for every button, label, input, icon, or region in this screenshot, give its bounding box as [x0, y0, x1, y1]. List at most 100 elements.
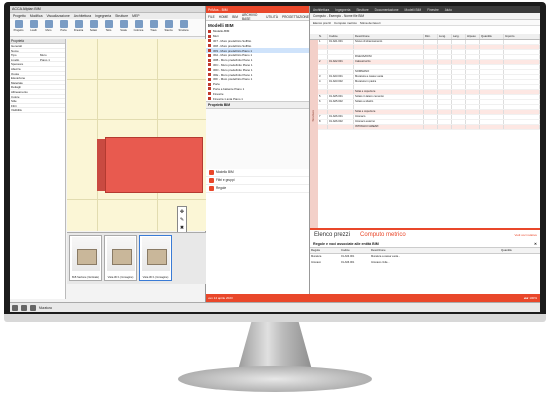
- column-header[interactable]: Importo: [504, 34, 540, 39]
- ribbon-tab[interactable]: MEP: [132, 14, 139, 18]
- property-row[interactable]: Visibilità: [10, 108, 65, 113]
- sheet-cell: [504, 55, 540, 59]
- sheet-row[interactable]: INTONACI GREZZI: [318, 125, 540, 130]
- column-header[interactable]: Descrizione: [354, 34, 424, 39]
- sheet-cell: [318, 70, 328, 74]
- app-icon[interactable]: [30, 304, 36, 311]
- start-icon[interactable]: [12, 304, 18, 311]
- ribbon-button[interactable]: Progetto: [12, 20, 25, 35]
- top-tab[interactable]: Modelli BIM: [405, 8, 422, 12]
- ribbon-button[interactable]: Struttura: [177, 20, 190, 35]
- column-header[interactable]: Lung.: [438, 34, 452, 39]
- sheet-cell: [328, 105, 354, 109]
- rules-close-icon[interactable]: ✕: [534, 242, 537, 246]
- ribbon-tab[interactable]: Ingegneria: [95, 14, 111, 18]
- sheet-cell: 8: [318, 120, 328, 124]
- ribbon-button[interactable]: Colonna: [132, 20, 145, 35]
- bottom-tab[interactable]: Computo metrico: [360, 232, 406, 238]
- view-thumbnails: B-B Sezione (Verticale) Vista 3D 1 (Immag…: [67, 232, 206, 284]
- top-tab[interactable]: Strutture: [356, 8, 368, 12]
- sheet-cell: [466, 85, 480, 89]
- bim-nav-item[interactable]: Modello BIM: [206, 169, 309, 177]
- rule-cell: 01.A03.001: [341, 255, 355, 258]
- sheet-cell: [438, 90, 452, 94]
- tool-icon[interactable]: ✥: [180, 209, 184, 215]
- building-plan[interactable]: [105, 137, 203, 193]
- ribbon-button[interactable]: Livelli: [27, 20, 40, 35]
- view-thumbnail-label: Vista 3D 1 (Immagine): [142, 276, 169, 279]
- column-header[interactable]: Quantità: [480, 34, 504, 39]
- rule-column-header[interactable]: Codice: [340, 248, 370, 253]
- top-tab[interactable]: Ingegneria: [335, 8, 350, 12]
- bim-tab[interactable]: BIM: [232, 15, 238, 19]
- sheet-cell: [480, 75, 504, 79]
- column-header[interactable]: Codice: [328, 34, 354, 39]
- bim-tab[interactable]: ARCHIVIO BASE: [242, 13, 262, 21]
- rule-column-header[interactable]: Regola: [310, 248, 340, 253]
- ribbon-button[interactable]: Tetto: [102, 20, 115, 35]
- sheet-cell: Muratura in pietra: [354, 80, 424, 84]
- rule-cell: [500, 261, 540, 266]
- sheet-cell: [438, 80, 452, 84]
- column-header[interactable]: N.: [318, 34, 328, 39]
- ribbon-tab[interactable]: Modifica: [30, 14, 43, 18]
- sheet-cell: 01.A05.001: [328, 95, 354, 99]
- view-thumbnail[interactable]: B-B Sezione (Verticale): [69, 235, 102, 281]
- sheet-cell: [504, 110, 540, 114]
- column-header[interactable]: H/peso: [466, 34, 480, 39]
- drawing-canvas[interactable]: [67, 39, 206, 231]
- ribbon-tab[interactable]: Architettura: [74, 14, 91, 18]
- property-name: Spessore: [11, 62, 24, 66]
- sub-tab[interactable]: Elenco prezzi: [313, 21, 331, 25]
- sub-tab[interactable]: Computo metrico: [334, 21, 357, 25]
- bottom-tab[interactable]: Elenco prezzi: [314, 232, 350, 238]
- view-thumbnail[interactable]: Vista 3D 1 (Immagine): [139, 235, 172, 281]
- app-icon[interactable]: [21, 304, 27, 311]
- ribbon-button[interactable]: Trave: [147, 20, 160, 35]
- sheet-cell: [328, 85, 354, 89]
- ribbon-tab[interactable]: Visualizzazione: [46, 14, 69, 18]
- bim-tab[interactable]: HOME: [219, 15, 229, 19]
- sheet-cell: [480, 65, 504, 69]
- bim-tab[interactable]: UTILITÀ: [266, 15, 278, 19]
- sheet-cell: [504, 115, 540, 119]
- ribbon-tab[interactable]: Strutture: [115, 14, 128, 18]
- column-header[interactable]: Larg.: [452, 34, 466, 39]
- ribbon-button[interactable]: Solaio: [87, 20, 100, 35]
- rule-row[interactable]: Intonaco 01.A06.001 Intonaco civile...: [310, 261, 540, 266]
- monitor-stand-neck: [238, 322, 312, 370]
- property-name: Altezza: [11, 66, 21, 71]
- top-tab[interactable]: Finestre: [427, 8, 439, 12]
- building-wall-side[interactable]: [97, 139, 105, 191]
- sheet-cell: [424, 110, 438, 114]
- sub-tab[interactable]: Stima dei lavori: [360, 21, 381, 25]
- ribbon-button[interactable]: Porta: [57, 20, 70, 35]
- rule-row[interactable]: Muratura 01.A03.001 Muratura a cassa vuota…: [310, 255, 540, 260]
- view-thumbnail[interactable]: Vista 3D 1 (Immagine): [104, 235, 137, 281]
- ribbon-button-icon: [29, 20, 38, 28]
- top-tab[interactable]: Documentazione: [375, 8, 399, 12]
- ribbon-item[interactable]: Computo - Esempio - Nome file BIM: [313, 14, 364, 18]
- ribbon-button[interactable]: Stanza: [162, 20, 175, 35]
- bottom-link[interactable]: Vedi voci relative: [514, 233, 537, 237]
- top-tab[interactable]: Architettura: [313, 8, 329, 12]
- tree-item-label: 3FE - Muro predefinito Piano 1: [213, 72, 253, 77]
- tree-item-label: Modello-BIM: [213, 29, 230, 34]
- rule-column-header[interactable]: Descrizione: [370, 248, 500, 253]
- tool-icon[interactable]: ✎: [180, 217, 184, 223]
- ribbon-button[interactable]: Muro: [42, 20, 55, 35]
- column-header[interactable]: Dim.: [424, 34, 438, 39]
- tree-item-label: Finestra 1 anta Piano 1: [213, 96, 243, 101]
- bim-nav-item[interactable]: Filtri e gruppi: [206, 177, 309, 185]
- sheet-cell: Solaio a sbalzo: [354, 100, 424, 104]
- ribbon-button[interactable]: Finestra: [72, 20, 85, 35]
- bim-nav-item[interactable]: Regole: [206, 185, 309, 193]
- top-tab[interactable]: Aiuto: [445, 8, 452, 12]
- bim-tab[interactable]: PROGETTAZIONE: [282, 15, 309, 19]
- bim-tab[interactable]: FILE: [208, 15, 215, 19]
- tree-item-label: 3FC - Muro predefinito Piano 1: [213, 62, 253, 67]
- ribbon-button[interactable]: Scala: [117, 20, 130, 35]
- ribbon-tab[interactable]: Progetto: [13, 14, 26, 18]
- tool-icon[interactable]: ✖: [180, 225, 184, 231]
- rule-column-header[interactable]: Quantità: [500, 248, 540, 253]
